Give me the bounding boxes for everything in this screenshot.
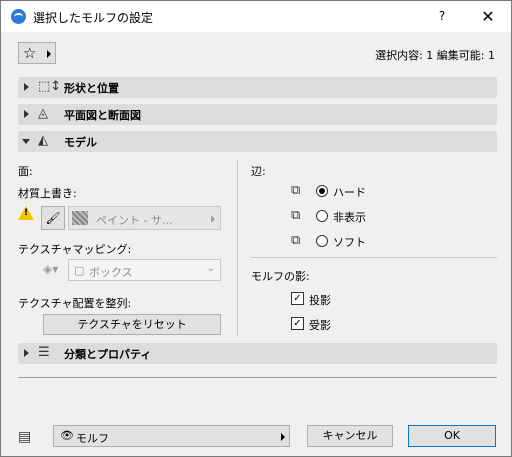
chevron-down-icon: ⌄ (206, 263, 215, 274)
shadow-divider (251, 257, 497, 258)
texture-align-label: テクスチャ配置を整列: (18, 297, 132, 310)
checkbox[interactable]: ✓ (291, 317, 304, 330)
checkbox[interactable]: ✓ (291, 292, 304, 305)
face-label: 面: (18, 165, 33, 178)
cancel-button[interactable]: キャンセル (307, 425, 393, 447)
section-classification[interactable]: ☰ 分類とプロパティ (18, 343, 497, 364)
hidden-edge-icon: ⧉ (291, 208, 301, 223)
reset-texture-button[interactable]: テクスチャをリセット (43, 314, 221, 335)
chevron-right-icon (211, 215, 215, 223)
section-label: モデル (64, 136, 97, 149)
brush-icon: 🖌 (45, 211, 61, 225)
texture-mapping-label: テクスチャマッピング: (18, 243, 132, 256)
radio-button[interactable] (316, 235, 328, 247)
section-label: 形状と位置 (64, 82, 119, 95)
hard-edge-icon: ⧉ (291, 183, 301, 198)
section-plan-section[interactable]: ◬ 平面図と断面図 (18, 104, 497, 125)
section-label: 平面図と断面図 (64, 109, 141, 122)
section-model[interactable]: ◭ モデル (18, 131, 497, 152)
soft-edge-icon: ⧉ (291, 233, 301, 248)
chevron-right-icon (281, 433, 285, 441)
eye-icon: 👁 (60, 429, 74, 442)
radio-button[interactable] (316, 210, 328, 222)
collapse-arrow-icon (22, 139, 30, 144)
edge-option-label: ハード (333, 186, 366, 199)
help-button[interactable]: ? (419, 1, 465, 32)
layer-value: モルフ (76, 432, 109, 445)
title-bar: 選択したモルフの設定 ? ✕ (1, 1, 511, 32)
edge-label: 辺: (251, 165, 266, 178)
model-icon: ◭ (38, 133, 48, 148)
favorites-button[interactable]: ☆ (18, 42, 56, 64)
cast-shadow-label: 投影 (309, 294, 331, 307)
radio-button[interactable] (316, 185, 328, 197)
shape-position-icon: ⬚↕ (38, 79, 62, 94)
material-swatch (72, 211, 88, 225)
layers-icon: ▤ (18, 429, 32, 445)
texture-mapping-dropdown[interactable]: ▢ ボックス ⌄ (68, 259, 221, 281)
edge-option-label: ソフト (333, 236, 366, 249)
column-divider (237, 159, 238, 335)
close-button[interactable]: ✕ (465, 1, 511, 32)
section-shape-position[interactable]: ⬚↕ 形状と位置 (18, 77, 497, 98)
section-label: 分類とプロパティ (64, 348, 152, 361)
dialog-window: 選択したモルフの設定 ? ✕ ☆ 選択内容: 1 編集可能: 1 ⬚↕ 形状と位… (0, 0, 512, 457)
properties-icon: ☰ (38, 345, 50, 360)
layer-dropdown[interactable]: 👁 モルフ (53, 425, 290, 447)
warning-mark: ! (24, 208, 29, 218)
material-override-toggle-button[interactable]: 🖌 (41, 206, 65, 230)
texture-mapping-value: ボックス (89, 266, 133, 279)
material-value: ペイント - サ... (96, 214, 173, 227)
material-dropdown[interactable]: ペイント - サ... (68, 206, 221, 230)
expand-arrow-icon (24, 83, 29, 91)
receive-shadow-label: 受影 (309, 319, 331, 332)
ok-button[interactable]: OK (408, 425, 496, 447)
app-icon (11, 9, 26, 24)
edge-option-label: 非表示 (333, 211, 366, 224)
plan-section-icon: ◬ (38, 106, 48, 121)
material-override-label: 材質上書き: (18, 187, 77, 200)
selection-info: 選択内容: 1 編集可能: 1 (375, 49, 495, 62)
shadow-label: モルフの影: (251, 270, 310, 283)
box-icon: ▢ (74, 264, 85, 277)
star-icon: ☆ (23, 44, 37, 62)
expand-arrow-icon (24, 349, 29, 357)
expand-arrow-icon (24, 110, 29, 118)
texture-cube-icon: ◈▾ (43, 262, 59, 276)
footer-divider (18, 377, 497, 378)
window-title: 選択したモルフの設定 (33, 11, 154, 25)
chevron-right-icon (47, 50, 51, 58)
